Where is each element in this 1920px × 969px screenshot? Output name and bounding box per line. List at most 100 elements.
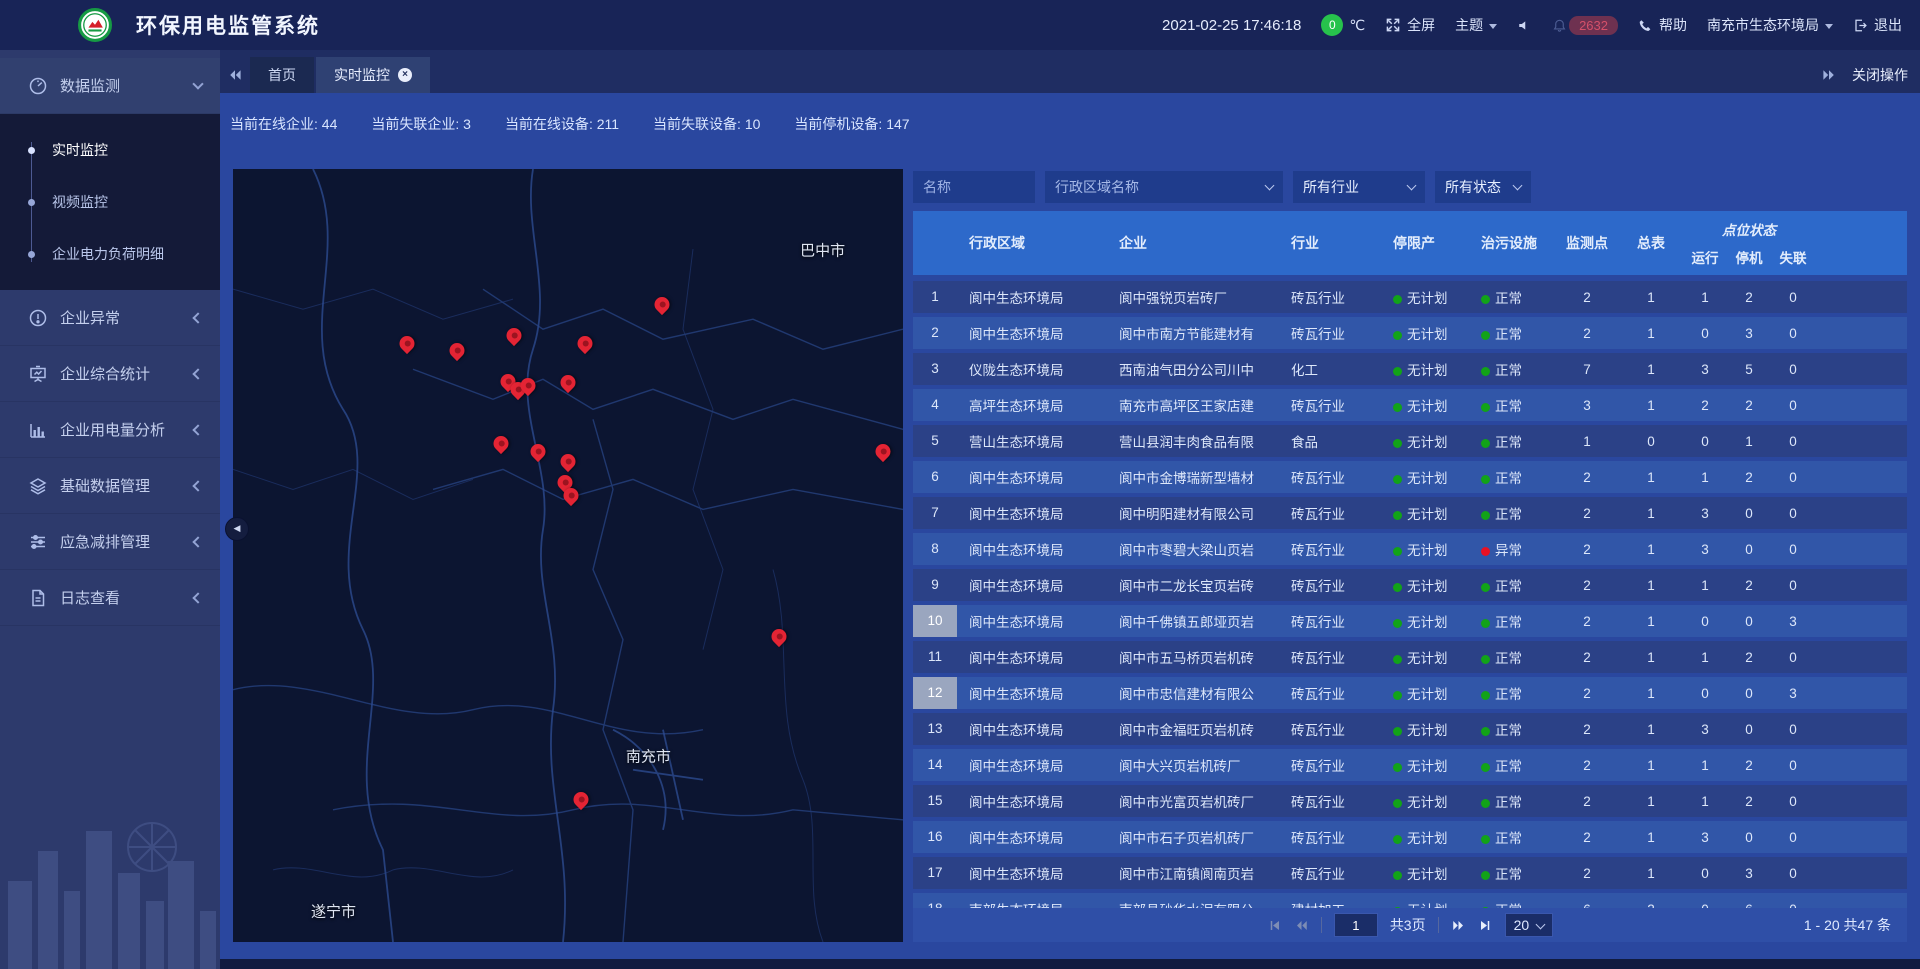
tab-home[interactable]: 首页: [250, 57, 314, 93]
cell-points: 1: [1555, 434, 1619, 449]
table-row[interactable]: 7阆中生态环境局阆中明阳建材有限公司砖瓦行业无计划正常21300: [913, 497, 1907, 529]
cell-points: 2: [1555, 578, 1619, 593]
status-dot-icon: [1481, 619, 1490, 628]
theme-button[interactable]: 主题: [1455, 15, 1497, 35]
divider: [1438, 917, 1439, 933]
row-number: 13: [913, 713, 957, 745]
tab-label: 首页: [268, 65, 296, 85]
map-collapse-button[interactable]: ◀: [225, 517, 249, 541]
fullscreen-label: 全屏: [1407, 15, 1435, 35]
cell-facility-status: 正常: [1469, 359, 1555, 379]
table-row[interactable]: 4高坪生态环境局南充市高坪区王家店建砖瓦行业无计划正常31220: [913, 389, 1907, 421]
sidebar-subitem-video-monitor[interactable]: 视频监控: [0, 176, 220, 228]
sidebar-item-basic-data-management[interactable]: 基础数据管理: [0, 458, 220, 514]
status-dot-icon: [1481, 835, 1490, 844]
logout-button[interactable]: 退出: [1853, 15, 1902, 35]
cell-industry: 砖瓦行业: [1279, 503, 1381, 523]
table-row[interactable]: 10阆中生态环境局阆中千佛镇五郎垭页岩砖瓦行业无计划正常21003: [913, 605, 1907, 637]
table-row[interactable]: 17阆中生态环境局阆中市江南镇阆南页岩砖瓦行业无计划正常21030: [913, 857, 1907, 889]
table-row[interactable]: 5营山生态环境局营山县润丰肉食品有限食品无计划正常10010: [913, 425, 1907, 457]
map-city-label: 遂宁市: [311, 901, 356, 922]
fullscreen-button[interactable]: 全屏: [1385, 15, 1435, 35]
help-button[interactable]: 帮助: [1638, 15, 1687, 35]
sidebar-item-enterprise-statistics[interactable]: 企业综合统计: [0, 346, 220, 402]
speaker-button[interactable]: [1517, 18, 1532, 33]
cell-region: 仪陇生态环境局: [957, 359, 1107, 379]
cell-run: 1: [1683, 290, 1727, 305]
cell-run: 0: [1683, 326, 1727, 341]
table-row[interactable]: 8阆中生态环境局阆中市枣碧大梁山页岩砖瓦行业无计划异常21300: [913, 533, 1907, 565]
notifications-button[interactable]: 2632: [1552, 16, 1618, 35]
theme-label: 主题: [1455, 15, 1483, 35]
table-row[interactable]: 9阆中生态环境局阆中市二龙长宝页岩砖砖瓦行业无计划正常21120: [913, 569, 1907, 601]
table-row[interactable]: 18南部生态环境局南部县砂华水泥有限公建材加工无计划正常62060: [913, 893, 1907, 908]
page-size-select[interactable]: 20: [1505, 913, 1554, 937]
cell-facility-status: 正常: [1469, 719, 1555, 739]
cell-lost: 0: [1771, 362, 1815, 377]
tabs-scroll-left-button[interactable]: [220, 57, 250, 93]
cell-lost: 0: [1771, 866, 1815, 881]
name-filter-input[interactable]: [913, 171, 1035, 203]
cell-company: 阆中市枣碧大梁山页岩: [1107, 539, 1279, 559]
table-row[interactable]: 11阆中生态环境局阆中市五马桥页岩机砖砖瓦行业无计划正常21120: [913, 641, 1907, 673]
cell-run: 3: [1683, 542, 1727, 557]
next-page-button[interactable]: [1451, 918, 1466, 933]
table-row[interactable]: 3仪陇生态环境局西南油气田分公司川中化工无计划正常71350: [913, 353, 1907, 385]
alert-icon: [28, 308, 48, 328]
cell-facility-status: 正常: [1469, 287, 1555, 307]
chevron-down-icon: [1407, 181, 1417, 191]
map-roads: [233, 169, 903, 942]
cell-lost: 0: [1771, 434, 1815, 449]
status-dot-icon: [1393, 871, 1402, 880]
cell-points: 3: [1555, 398, 1619, 413]
cell-stop: 5: [1727, 362, 1771, 377]
tab-realtime-monitor[interactable]: 实时监控 ×: [316, 57, 430, 93]
sidebar-item-power-usage-analysis[interactable]: 企业用电量分析: [0, 402, 220, 458]
cell-run: 0: [1683, 614, 1727, 629]
sidebar-subitem-power-load-detail[interactable]: 企业电力负荷明细: [0, 228, 220, 280]
sidebar-item-enterprise-abnormal[interactable]: 企业异常: [0, 290, 220, 346]
table-row[interactable]: 15阆中生态环境局阆中市光富页岩机砖厂砖瓦行业无计划正常21120: [913, 785, 1907, 817]
cell-stop: 2: [1727, 578, 1771, 593]
first-page-button[interactable]: [1267, 918, 1282, 933]
cell-region: 高坪生态环境局: [957, 395, 1107, 415]
close-operations-button[interactable]: 关闭操作: [1852, 57, 1908, 93]
table-row[interactable]: 1阆中生态环境局阆中强锐页岩砖厂砖瓦行业无计划正常21120: [913, 281, 1907, 313]
tabs-scroll-right-button[interactable]: [1814, 57, 1844, 93]
cell-industry: 砖瓦行业: [1279, 323, 1381, 343]
last-page-button[interactable]: [1478, 918, 1493, 933]
cell-industry: 砖瓦行业: [1279, 827, 1381, 847]
sidebar-item-data-monitoring[interactable]: 数据监测: [0, 58, 220, 114]
prev-page-button[interactable]: [1294, 918, 1309, 933]
sidebar-item-emergency-reduction[interactable]: 应急减排管理: [0, 514, 220, 570]
org-dropdown[interactable]: 南充市生态环境局: [1707, 15, 1833, 35]
cell-run: 0: [1683, 434, 1727, 449]
map[interactable]: 巴中市南充市遂宁市: [233, 169, 903, 942]
table-row[interactable]: 14阆中生态环境局阆中大兴页岩机砖厂砖瓦行业无计划正常21120: [913, 749, 1907, 781]
region-filter-select[interactable]: 行政区域名称: [1045, 171, 1283, 203]
table-row[interactable]: 2阆中生态环境局阆中市南方节能建材有砖瓦行业无计划正常21030: [913, 317, 1907, 349]
sidebar-item-log-view[interactable]: 日志查看: [0, 570, 220, 626]
page-input[interactable]: [1334, 913, 1378, 937]
close-tab-icon[interactable]: ×: [398, 68, 412, 82]
cell-region: 阆中生态环境局: [957, 611, 1107, 631]
status-filter-select[interactable]: 所有状态: [1435, 171, 1531, 203]
row-number: 18: [913, 893, 957, 908]
cell-stop: 3: [1727, 866, 1771, 881]
stats-board-icon: [28, 364, 48, 384]
cell-limit-status: 无计划: [1381, 287, 1469, 307]
table-row[interactable]: 13阆中生态环境局阆中市金福旺页岩机砖砖瓦行业无计划正常21300: [913, 713, 1907, 745]
table-row[interactable]: 16阆中生态环境局阆中市石子页岩机砖厂砖瓦行业无计划正常21300: [913, 821, 1907, 853]
cell-facility-status: 正常: [1469, 323, 1555, 343]
cell-meters: 1: [1619, 794, 1683, 809]
status-dot-icon: [1393, 403, 1402, 412]
stat-offline-devices: 当前失联设备10: [653, 114, 760, 134]
cell-limit-status: 无计划: [1381, 359, 1469, 379]
table-row[interactable]: 6阆中生态环境局阆中市金博瑞新型墙材砖瓦行业无计划正常21120: [913, 461, 1907, 493]
cell-facility-status: 正常: [1469, 899, 1555, 908]
table-row[interactable]: 12阆中生态环境局阆中市忠信建材有限公砖瓦行业无计划正常21003: [913, 677, 1907, 709]
industry-filter-select[interactable]: 所有行业: [1293, 171, 1425, 203]
cell-industry: 砖瓦行业: [1279, 575, 1381, 595]
sidebar-subitem-realtime-monitor[interactable]: 实时监控: [0, 124, 220, 176]
cell-points: 2: [1555, 470, 1619, 485]
